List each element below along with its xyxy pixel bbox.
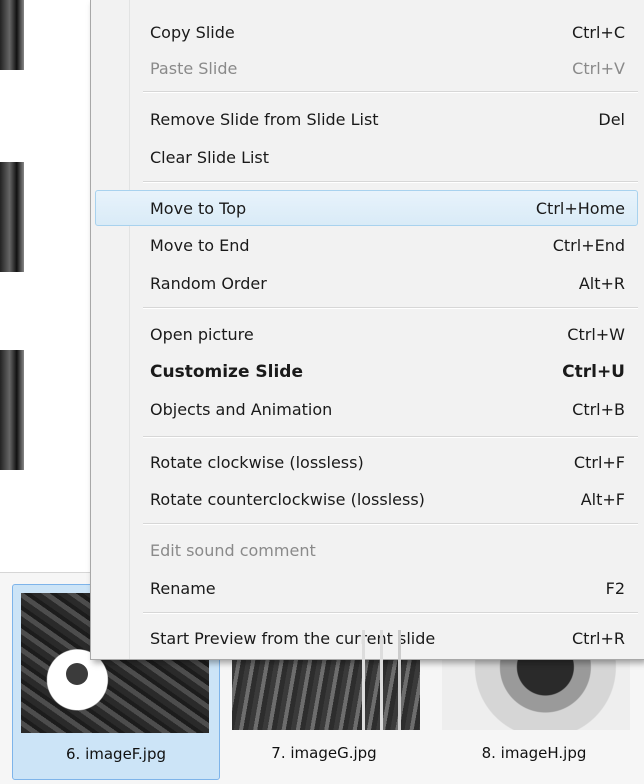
menu-item-open-picture[interactable]: Open picture Ctrl+W (95, 316, 638, 352)
menu-item-copy-slide[interactable]: Copy Slide Ctrl+C (95, 14, 638, 50)
menu-item-shortcut: Ctrl+B (572, 400, 625, 419)
menu-separator (143, 91, 638, 93)
menu-item-label: Open picture (150, 325, 254, 344)
menu-item-label: Move to End (150, 236, 250, 255)
menu-item-shortcut: F2 (605, 579, 625, 598)
slide-thumbnail-partial[interactable] (0, 162, 24, 272)
menu-item-label: Remove Slide from Slide List (150, 110, 379, 129)
menu-item-shortcut: Ctrl+F (573, 453, 625, 472)
menu-separator (143, 436, 638, 438)
menu-item-paste-slide: Paste Slide Ctrl+V (95, 50, 638, 86)
menu-item-label: Clear Slide List (150, 148, 270, 167)
menu-item-label: Objects and Animation (150, 400, 333, 419)
menu-item-shortcut: Ctrl+U (562, 362, 625, 382)
slide-list-background (0, 0, 100, 580)
menu-item-shortcut: Ctrl+W (567, 325, 625, 344)
menu-item-remove-slide[interactable]: Remove Slide from Slide List Del (95, 101, 638, 137)
menu-item-move-to-end[interactable]: Move to End Ctrl+End (95, 227, 638, 263)
menu-item-customize-slide[interactable]: Customize Slide Ctrl+U (95, 353, 638, 389)
menu-item-label: Move to Top (150, 199, 247, 218)
menu-separator (143, 612, 638, 614)
slide-caption: 7. imageG.jpg (271, 744, 377, 762)
menu-item-label: Random Order (150, 274, 267, 293)
menu-item-random-order[interactable]: Random Order Alt+R (95, 265, 638, 301)
menu-item-label: Customize Slide (150, 362, 303, 382)
menu-item-shortcut: Ctrl+End (552, 236, 625, 255)
menu-item-shortcut: Alt+F (580, 490, 625, 509)
menu-item-shortcut: Ctrl+R (572, 629, 625, 648)
menu-item-label: Rotate counterclockwise (lossless) (150, 490, 425, 509)
menu-item-label: Rename (150, 579, 216, 598)
menu-item-label: Start Preview from the current slide (150, 629, 436, 648)
menu-separator (143, 523, 638, 525)
menu-item-clear-slide-list[interactable]: Clear Slide List (95, 139, 638, 175)
slide-context-menu: Copy Slide Ctrl+C Paste Slide Ctrl+V Rem… (90, 0, 644, 660)
menu-item-shortcut: Alt+R (578, 274, 625, 293)
menu-item-shortcut: Ctrl+V (572, 59, 625, 78)
menu-item-rename[interactable]: Rename F2 (95, 570, 638, 606)
flower-center (66, 663, 88, 685)
slide-thumbnail-partial[interactable] (0, 0, 24, 70)
menu-item-shortcut: Del (598, 110, 625, 129)
menu-item-label: Rotate clockwise (lossless) (150, 453, 364, 472)
menu-separator (143, 307, 638, 309)
menu-item-shortcut: Ctrl+C (571, 23, 625, 42)
menu-item-start-preview[interactable]: Start Preview from the current slide Ctr… (95, 620, 638, 656)
menu-item-label: Paste Slide (150, 59, 238, 78)
slide-caption: 6. imageF.jpg (66, 745, 166, 763)
menu-item-edit-sound-comment: Edit sound comment (95, 532, 638, 568)
menu-item-objects-animation[interactable]: Objects and Animation Ctrl+B (95, 391, 638, 427)
menu-item-rotate-counterclockwise[interactable]: Rotate counterclockwise (lossless) Alt+F (95, 481, 638, 517)
slide-caption: 8. imageH.jpg (481, 744, 587, 762)
slide-thumbnail-partial[interactable] (0, 350, 24, 470)
menu-item-shortcut: Ctrl+Home (535, 199, 625, 218)
menu-item-rotate-clockwise[interactable]: Rotate clockwise (lossless) Ctrl+F (95, 444, 638, 480)
menu-item-label: Edit sound comment (150, 541, 316, 560)
menu-item-move-to-top[interactable]: Move to Top Ctrl+Home (95, 190, 638, 226)
menu-separator (143, 181, 638, 183)
menu-item-label: Copy Slide (150, 23, 235, 42)
